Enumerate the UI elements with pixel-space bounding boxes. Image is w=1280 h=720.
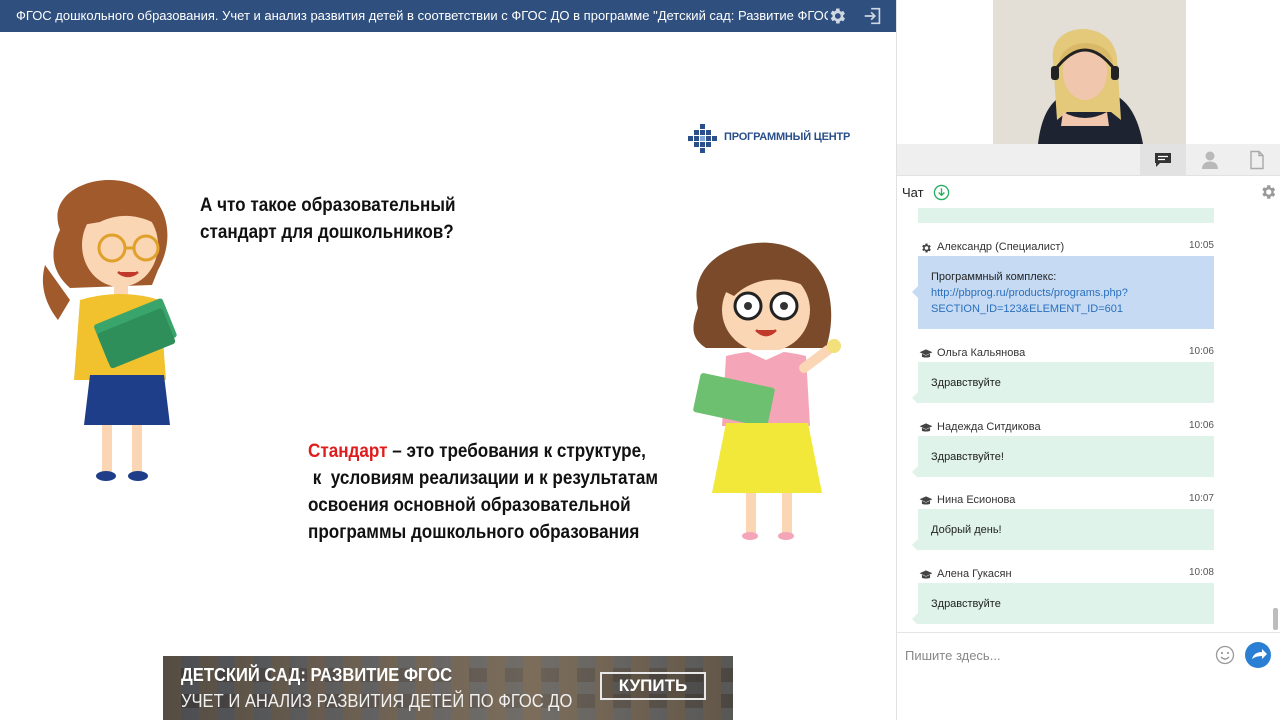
tab-participants[interactable] [1187, 144, 1233, 176]
previous-message-bubble [918, 208, 1214, 223]
message-time: 10:05 [1188, 240, 1214, 251]
buy-button[interactable]: КУПИТЬ [600, 672, 706, 700]
message-meta: Надежда Ситдикова 10:06 [919, 420, 1219, 436]
send-icon[interactable] [1245, 642, 1271, 668]
document-icon [1250, 150, 1264, 170]
panel-tabs [897, 144, 1280, 176]
message-meta: Александр (Специалист) 10:05 [919, 240, 1219, 256]
chat-settings-icon[interactable] [1259, 183, 1277, 201]
message-meta: Нина Есионова 10:07 [919, 493, 1219, 509]
message-meta: Ольга Кальянова 10:06 [919, 346, 1219, 362]
slide-question: А что такое образовательный стандарт для… [200, 192, 456, 246]
presenter-video [993, 0, 1186, 144]
message-text: Здравствуйте [931, 377, 1001, 389]
webinar-title: ФГОС дошкольного образования. Учет и ана… [16, 8, 828, 23]
chat-label: Чат [902, 185, 924, 200]
message-author: Нина Есионова [937, 494, 1016, 506]
ad-banner[interactable]: ДЕТСКИЙ САД: РАЗВИТИЕ ФГОС УЧЕТ И АНАЛИЗ… [163, 656, 733, 720]
message-author: Надежда Ситдикова [937, 421, 1041, 433]
message-bubble: Добрый день! [912, 509, 1214, 551]
message-text: Добрый день! [931, 524, 1002, 536]
message-text: Программный комплекс: [931, 271, 1057, 283]
definition-line: освоения основной образовательной [308, 495, 631, 516]
message-author: Алена Гукасян [937, 568, 1012, 580]
exit-icon[interactable] [862, 5, 884, 27]
logo-mark-icon [688, 124, 717, 153]
presentation-slide: ПРОГРАММНЫЙ ЦЕНТР А что такое образовате… [0, 32, 896, 720]
webinar-header: ФГОС дошкольного образования. Учет и ана… [0, 0, 896, 32]
slide-definition: Стандарт – это требования к структуре, к… [308, 438, 658, 546]
message-text: Здравствуйте [931, 598, 1001, 610]
chat-scrollbar[interactable] [1273, 608, 1278, 630]
presenter-video-frame [993, 0, 1186, 144]
graduation-cap-icon [919, 423, 933, 432]
chat-composer [897, 632, 1280, 720]
definition-line: к условиям реализации и к результатам [308, 468, 658, 489]
teacher-girl-illustration-right [693, 242, 841, 540]
message-text: Здравствуйте! [931, 451, 1004, 463]
graduation-cap-icon [919, 496, 933, 505]
teacher-girl-illustration-left [42, 180, 177, 481]
question-line: стандарт для дошкольников? [200, 222, 454, 243]
question-line: А что такое образовательный [200, 195, 456, 216]
logo-text: ПРОГРАММНЫЙ ЦЕНТР [724, 131, 851, 143]
graduation-cap-icon [919, 349, 933, 358]
definition-line: Стандарт – это требования к структуре, [308, 438, 658, 465]
banner-subtitle: УЧЕТ И АНАЛИЗ РАЗВИТИЯ ДЕТЕЙ ПО ФГОС ДО [181, 691, 573, 711]
definition-line: программы дошкольного образования [308, 522, 640, 543]
gear-icon[interactable] [826, 6, 848, 26]
chat-message-list[interactable]: Александр (Специалист) 10:05 Программный… [897, 208, 1280, 632]
link-line[interactable]: SECTION_ID=123&ELEMENT_ID=601 [931, 301, 1201, 317]
message-bubble: Программный комплекс: http://pbprog.ru/p… [912, 256, 1214, 329]
message-time: 10:07 [1188, 493, 1214, 504]
message-link[interactable]: http://pbprog.ru/products/programs.php? … [931, 285, 1201, 317]
download-icon[interactable] [933, 184, 950, 201]
message-bubble: Здравствуйте! [912, 436, 1214, 478]
definition-rest: – это требования к структуре, [387, 441, 646, 462]
banner-title: ДЕТСКИЙ САД: РАЗВИТИЕ ФГОС [181, 665, 453, 685]
message-time: 10:08 [1188, 567, 1214, 578]
gear-icon [922, 243, 931, 253]
chat-icon [1155, 153, 1171, 167]
chat-input[interactable] [905, 643, 1195, 667]
definition-term: Стандарт [308, 441, 388, 462]
chat-header: Чат [897, 176, 1280, 208]
message-time: 10:06 [1188, 420, 1214, 431]
message-meta: Алена Гукасян 10:08 [919, 567, 1219, 583]
message-author: Александр (Специалист) [937, 241, 1065, 253]
message-bubble: Здравствуйте [912, 583, 1214, 625]
message-time: 10:06 [1188, 346, 1214, 357]
participants-icon [1202, 151, 1218, 169]
tab-chat[interactable] [1140, 144, 1186, 176]
link-line[interactable]: http://pbprog.ru/products/programs.php? [931, 285, 1201, 301]
company-logo: ПРОГРАММНЫЙ ЦЕНТР [686, 122, 856, 154]
side-panel: Чат Александр (Специалист) 10:05 Програм… [896, 0, 1280, 720]
message-bubble: Здравствуйте [912, 362, 1214, 404]
emoji-icon[interactable] [1215, 645, 1235, 665]
tab-documents[interactable] [1234, 144, 1280, 176]
message-author: Ольга Кальянова [937, 347, 1026, 359]
graduation-cap-icon [919, 570, 933, 579]
